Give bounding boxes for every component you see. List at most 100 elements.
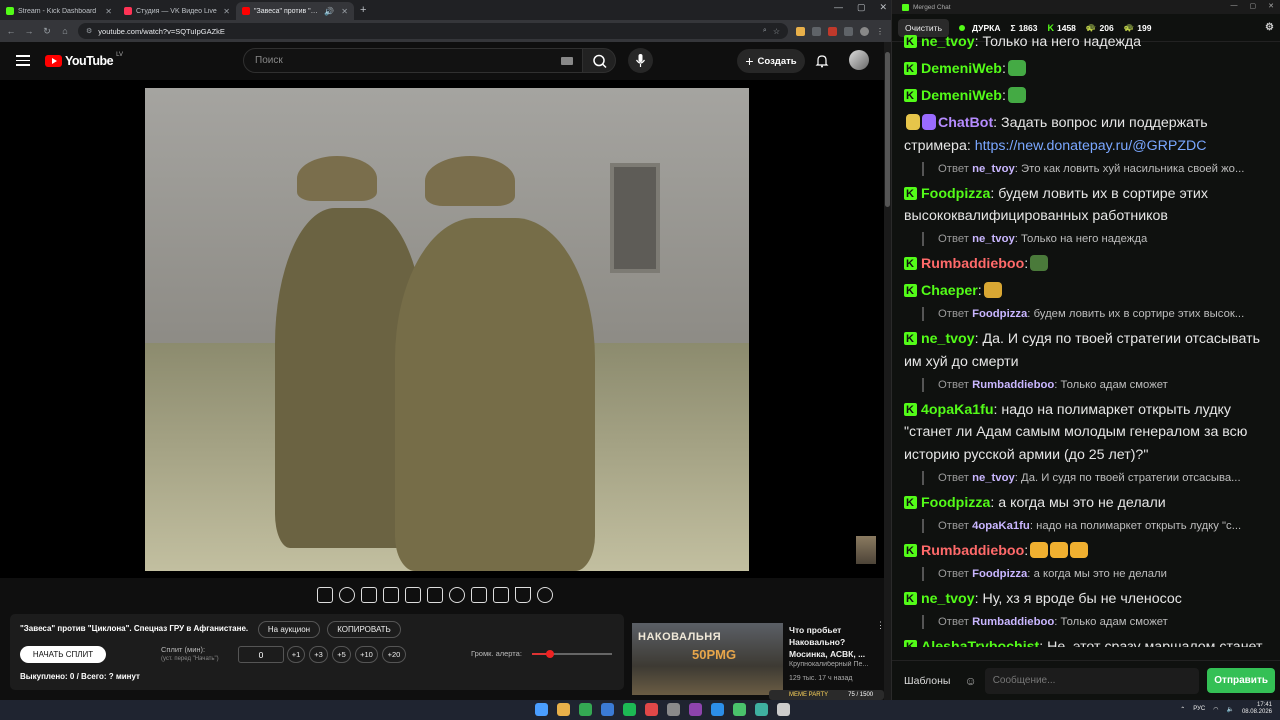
chat-username[interactable]: ne_tvoy xyxy=(921,34,975,50)
add-clip-icon[interactable] xyxy=(471,587,487,603)
create-button[interactable]: + Создать xyxy=(737,49,805,73)
search-button[interactable] xyxy=(582,48,616,73)
video-player[interactable] xyxy=(0,80,884,578)
chat-username[interactable]: 4opaKa1fu xyxy=(921,402,994,418)
close-icon[interactable]: ✕ xyxy=(341,7,348,16)
emote-icon[interactable] xyxy=(1030,541,1049,558)
chat-username[interactable]: Foodpizza xyxy=(921,186,990,202)
keyboard-icon[interactable] xyxy=(561,57,573,65)
pip-icon[interactable] xyxy=(405,587,421,603)
chat-username[interactable]: Rumbaddieboo xyxy=(921,543,1024,559)
emote-icon[interactable] xyxy=(983,282,1002,298)
emote-icon[interactable] xyxy=(1030,255,1049,271)
reply-preview[interactable]: Ответ ne_tvoy: Только на него надежда xyxy=(922,232,1262,246)
reply-preview[interactable]: Ответ Foodpizza: будем ловить их в сорти… xyxy=(922,307,1262,321)
chat-username[interactable]: Foodpizza xyxy=(921,495,990,511)
maximize-icon[interactable]: ▢ xyxy=(1250,2,1257,10)
back-icon[interactable]: ← xyxy=(6,26,16,36)
chevron-up-icon[interactable]: ⌃ xyxy=(1180,706,1185,713)
speed-gauge-icon[interactable] xyxy=(449,587,465,603)
taskbar-app-icon[interactable] xyxy=(623,703,636,716)
maximize-icon[interactable]: ▢ xyxy=(857,2,866,13)
bookmark-icon[interactable]: ☆ xyxy=(773,27,780,36)
extension-icon[interactable] xyxy=(844,26,853,36)
taskbar-app-icon[interactable] xyxy=(645,703,658,716)
scrollbar-thumb[interactable] xyxy=(885,52,890,207)
chat-username[interactable]: Rumbaddieboo xyxy=(921,256,1024,272)
close-icon[interactable]: ✕ xyxy=(105,7,112,16)
tab-youtube-video[interactable]: "Завеса" против "Циклона"... 🔊 ✕ xyxy=(236,2,354,20)
chat-username[interactable]: Chaeper xyxy=(921,283,978,299)
taskbar-app-icon[interactable] xyxy=(777,703,790,716)
mini-thumbnail[interactable] xyxy=(856,536,876,564)
home-icon[interactable]: ⌂ xyxy=(60,26,70,36)
donate-link[interactable]: https://new.donatepay.ru/@GRPZDC xyxy=(975,138,1207,154)
alert-volume-slider[interactable] xyxy=(532,650,612,658)
loop-icon[interactable] xyxy=(317,587,333,603)
page-scrollbar[interactable] xyxy=(884,42,891,700)
step-plus-5-button[interactable]: +5 xyxy=(332,646,351,663)
taskbar-app-icon[interactable] xyxy=(579,703,592,716)
templates-button[interactable]: Шаблоны xyxy=(898,671,956,691)
taskbar-app-icon[interactable] xyxy=(557,703,570,716)
forward-icon[interactable]: → xyxy=(24,26,34,36)
reply-preview[interactable]: Ответ Rumbaddieboo: Только адам сможет xyxy=(922,614,1262,629)
recommended-channel[interactable]: Крупнокалиберный Пе... xyxy=(789,661,881,668)
taskbar-app-icon[interactable] xyxy=(689,703,702,716)
close-icon[interactable]: ✕ xyxy=(223,7,230,16)
copy-button[interactable]: КОПИРОВАТЬ xyxy=(327,621,401,638)
notifications-bell-icon[interactable] xyxy=(815,54,829,68)
avatar[interactable] xyxy=(849,50,869,70)
reply-preview[interactable]: Ответ ne_tvoy: Да. И судя по твоей страт… xyxy=(922,470,1262,485)
search-input[interactable]: Поиск xyxy=(243,48,583,73)
screenshot-camera-icon[interactable] xyxy=(493,587,509,603)
tab-kick-dashboard[interactable]: Stream - Kick Dashboard ✕ xyxy=(0,2,118,20)
close-window-icon[interactable]: ✕ xyxy=(1268,2,1274,10)
chat-username[interactable]: ChatBot xyxy=(938,115,993,131)
emote-icon[interactable] xyxy=(1050,541,1069,558)
reload-icon[interactable]: ↻ xyxy=(42,26,52,37)
send-button[interactable]: Отправить xyxy=(1207,668,1275,693)
step-plus-3-button[interactable]: +3 xyxy=(309,646,328,663)
gear-icon[interactable] xyxy=(537,587,553,603)
chat-username[interactable]: ne_tvoy xyxy=(921,331,975,347)
recommended-video-thumbnail[interactable]: НАКОВАЛЬНЯ 50PMG xyxy=(632,623,783,695)
chat-username[interactable]: DemeniWeb xyxy=(921,88,1002,104)
slider-knob[interactable] xyxy=(545,650,554,658)
recommended-video-title[interactable]: Что пробьет Наковально? Мосинка, АСВК, .… xyxy=(789,624,877,660)
step-plus-1-button[interactable]: +1 xyxy=(287,646,305,663)
reply-preview[interactable]: Ответ 4opaKa1fu: надо на полимаркет откр… xyxy=(922,518,1262,533)
emoji-icon[interactable]: ☺ xyxy=(964,674,976,688)
auction-button[interactable]: На аукцион xyxy=(258,621,320,638)
volume-icon[interactable]: 🔈 xyxy=(1226,706,1233,713)
chat-username[interactable]: AleshaTrybochist xyxy=(921,639,1039,648)
menu-icon[interactable]: ⋮ xyxy=(876,27,885,36)
emote-icon[interactable] xyxy=(1070,541,1089,558)
minimize-icon[interactable]: — xyxy=(1231,2,1238,10)
taskbar-app-icon[interactable] xyxy=(711,703,724,716)
language-indicator[interactable]: РУС xyxy=(1193,706,1205,712)
youtube-logo[interactable]: YouTube LV xyxy=(45,52,123,68)
minimize-icon[interactable]: — xyxy=(834,2,843,13)
close-window-icon[interactable]: ✕ xyxy=(879,2,887,13)
emote-icon[interactable] xyxy=(1007,87,1026,103)
audio-icon[interactable]: 🔊 xyxy=(324,7,334,16)
clapperboard-icon[interactable] xyxy=(383,587,399,603)
reply-preview[interactable]: Ответ ne_tvoy: Это как ловить хуй насиль… xyxy=(922,161,1262,176)
profile-icon[interactable] xyxy=(860,26,869,36)
message-input[interactable]: Сообщение... xyxy=(984,667,1200,694)
taskbar-app-icon[interactable] xyxy=(667,703,680,716)
extension-icon[interactable] xyxy=(828,26,837,36)
reply-preview[interactable]: Ответ Foodpizza: а когда мы это не делал… xyxy=(922,566,1262,581)
taskbar-app-icon[interactable] xyxy=(601,703,614,716)
voice-search-button[interactable] xyxy=(628,48,653,73)
chat-username[interactable]: ne_tvoy xyxy=(921,591,975,607)
search-page-icon[interactable]: ⌕ xyxy=(763,27,767,35)
menu-icon[interactable] xyxy=(16,55,30,66)
site-info-icon[interactable]: ⚙ xyxy=(86,27,92,35)
chat-username[interactable]: DemeniWeb xyxy=(921,61,1002,77)
start-split-button[interactable]: НАЧАТЬ СПЛИТ xyxy=(20,646,106,663)
extension-icon[interactable] xyxy=(812,26,821,36)
start-icon[interactable] xyxy=(535,703,548,716)
reply-preview[interactable]: Ответ Rumbaddieboo: Только адам сможет xyxy=(922,377,1262,392)
